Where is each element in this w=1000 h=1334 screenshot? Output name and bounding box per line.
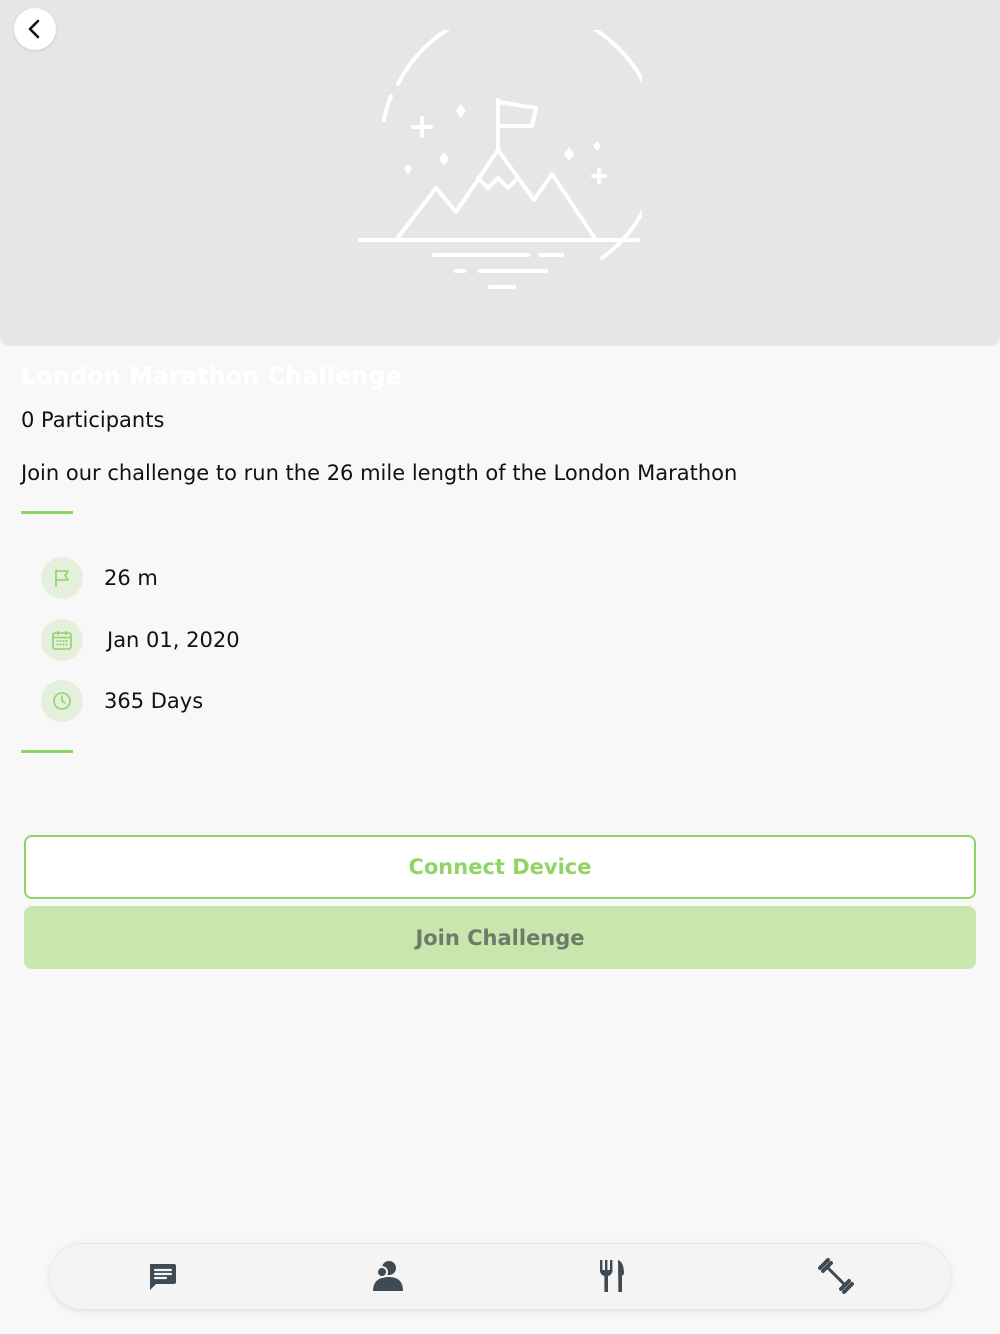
connect-device-button[interactable]: Connect Device — [24, 835, 976, 899]
section-divider — [21, 511, 73, 514]
bottom-tab-bar — [50, 1243, 950, 1309]
challenge-description: Join our challenge to run the 26 mile le… — [21, 461, 738, 485]
participants-count: 0 Participants — [21, 408, 165, 432]
chevron-left-icon — [28, 19, 40, 39]
profile-icon — [373, 1261, 403, 1291]
back-button[interactable] — [14, 8, 56, 50]
tab-profile[interactable] — [367, 1256, 407, 1296]
stat-start-date: Jan 01, 2020 — [41, 619, 240, 661]
challenge-title: London Marathon Challenge — [21, 362, 402, 390]
join-challenge-button[interactable]: Join Challenge — [24, 906, 976, 969]
tab-workouts[interactable] — [816, 1256, 856, 1296]
tab-messages[interactable] — [142, 1256, 182, 1296]
tab-nutrition[interactable] — [592, 1256, 632, 1296]
clock-icon — [41, 680, 83, 722]
stat-duration-value: 365 Days — [104, 689, 204, 713]
calendar-icon — [41, 619, 83, 661]
hero-banner — [0, 0, 1000, 346]
stat-distance-value: 26 m — [104, 566, 158, 590]
section-divider — [21, 750, 73, 753]
chat-icon — [150, 1264, 176, 1290]
stat-distance: 26 m — [41, 557, 158, 599]
stat-start-date-value: Jan 01, 2020 — [107, 628, 240, 652]
flag-icon — [41, 557, 83, 599]
stat-duration: 365 Days — [41, 680, 203, 722]
mountain-flag-icon — [358, 30, 642, 289]
dumbbell-icon — [818, 1258, 854, 1294]
cutlery-icon — [600, 1260, 624, 1292]
challenge-detail-page: London Marathon Challenge 0 Participants… — [0, 0, 1000, 1334]
